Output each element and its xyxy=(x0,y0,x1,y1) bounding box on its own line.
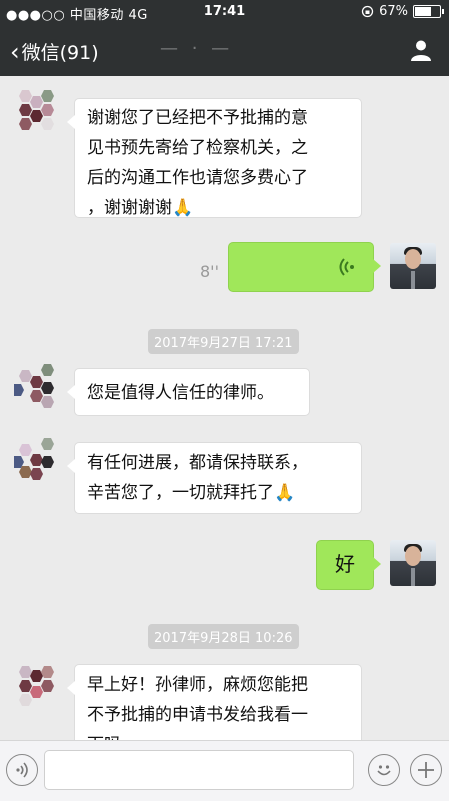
back-button[interactable]: ‹ 微信(91) xyxy=(10,38,99,65)
chat-area[interactable]: 谢谢您了已经把不予批捕的意 见书预先寄给了检察机关，之 后的沟通工作也请您多费心… xyxy=(0,76,449,740)
message-bubble[interactable]: 谢谢您了已经把不予批捕的意 见书预先寄给了检察机关，之 后的沟通工作也请您多费心… xyxy=(67,98,362,218)
pray-emoji: 🙏 xyxy=(172,198,194,218)
message-line: 下吗 xyxy=(87,730,349,740)
message-bubble[interactable]: 有任何进展，都请保持联系， 辛苦您了，一切就拜托了🙏 xyxy=(67,442,362,514)
emoji-icon xyxy=(377,765,391,776)
message-bubble[interactable]: 您是值得人信任的律师。 xyxy=(67,368,310,416)
contact-avatar[interactable] xyxy=(14,438,60,484)
message-line: ，谢谢谢谢🙏 xyxy=(87,198,194,218)
voice-wave-icon xyxy=(339,258,354,276)
input-bar xyxy=(0,740,449,801)
person-icon[interactable] xyxy=(409,38,433,62)
plus-button[interactable] xyxy=(410,754,442,786)
battery-percent: 67% xyxy=(379,4,408,19)
message-line: 后的沟通工作也请您多费心了 xyxy=(87,168,308,188)
battery-area: 67% xyxy=(361,4,444,19)
message-text: 好 xyxy=(335,552,355,576)
message-line: 谢谢您了已经把不予批捕的意 xyxy=(87,108,308,128)
battery-icon xyxy=(413,5,444,18)
contact-avatar[interactable] xyxy=(14,664,60,710)
timestamp: 2017年9月28日 10:26 xyxy=(148,624,299,649)
back-label: 微信(91) xyxy=(21,42,99,64)
message-bubble[interactable]: 早上好！孙律师，麻烦您能把 不予批捕的申请书发给我看一 下吗 xyxy=(67,664,362,740)
message-line: 有任何进展，都请保持联系， xyxy=(87,453,308,473)
message-line: 不予批捕的申请书发给我看一 xyxy=(87,705,308,725)
message-text: 您是值得人信任的律师。 xyxy=(87,383,274,403)
pray-emoji: 🙏 xyxy=(274,483,296,503)
contact-avatar[interactable] xyxy=(14,88,60,134)
emoji-button[interactable] xyxy=(368,754,400,786)
voice-duration: 8'' xyxy=(200,262,219,281)
voice-input-button[interactable] xyxy=(6,754,38,786)
message-input[interactable] xyxy=(44,750,354,790)
chevron-left-icon: ‹ xyxy=(10,37,20,66)
message-line: 辛苦您了，一切就拜托了🙏 xyxy=(87,483,296,503)
my-avatar[interactable] xyxy=(390,243,436,289)
contact-avatar[interactable] xyxy=(14,362,60,408)
message-bubble[interactable]: 好 xyxy=(316,540,381,590)
chat-title: — · — xyxy=(160,38,234,59)
voice-message-bubble[interactable] xyxy=(228,242,381,292)
voice-icon xyxy=(16,762,28,778)
nav-bar: ‹ 微信(91) — · — xyxy=(0,24,449,76)
my-avatar[interactable] xyxy=(390,540,436,586)
plus-icon xyxy=(418,762,434,778)
timestamp: 2017年9月27日 17:21 xyxy=(148,329,299,354)
message-line: 见书预先寄给了检察机关，之 xyxy=(87,138,308,158)
status-bar: ●●●○○ 中国移动 4G 17:41 67% xyxy=(0,0,449,24)
rotation-lock-icon xyxy=(361,5,374,18)
message-line: 早上好！孙律师，麻烦您能把 xyxy=(87,675,308,695)
